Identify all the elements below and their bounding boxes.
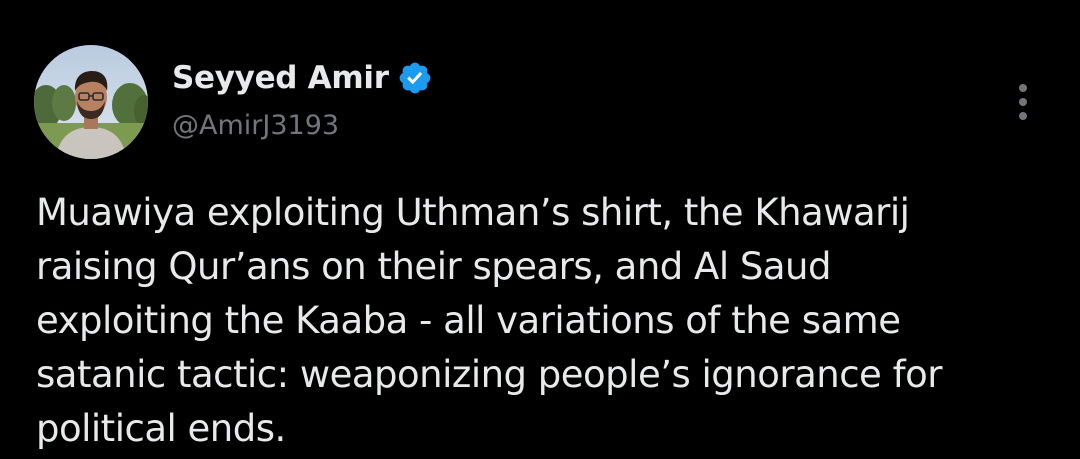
verified-badge-icon[interactable]: [397, 59, 435, 97]
author-name-row: Seyyed Amir: [172, 56, 435, 100]
tweet-card: Seyyed Amir @AmirJ3193 Muawiya exploitin…: [0, 0, 1080, 459]
display-name[interactable]: Seyyed Amir: [172, 60, 389, 96]
profile-photo: [34, 45, 148, 159]
user-handle[interactable]: @AmirJ3193: [172, 110, 339, 141]
tweet-text: Muawiya exploiting Uthman’s shirt, the K…: [36, 191, 942, 450]
avatar[interactable]: [34, 45, 148, 159]
more-vertical-icon[interactable]: [1006, 82, 1040, 122]
